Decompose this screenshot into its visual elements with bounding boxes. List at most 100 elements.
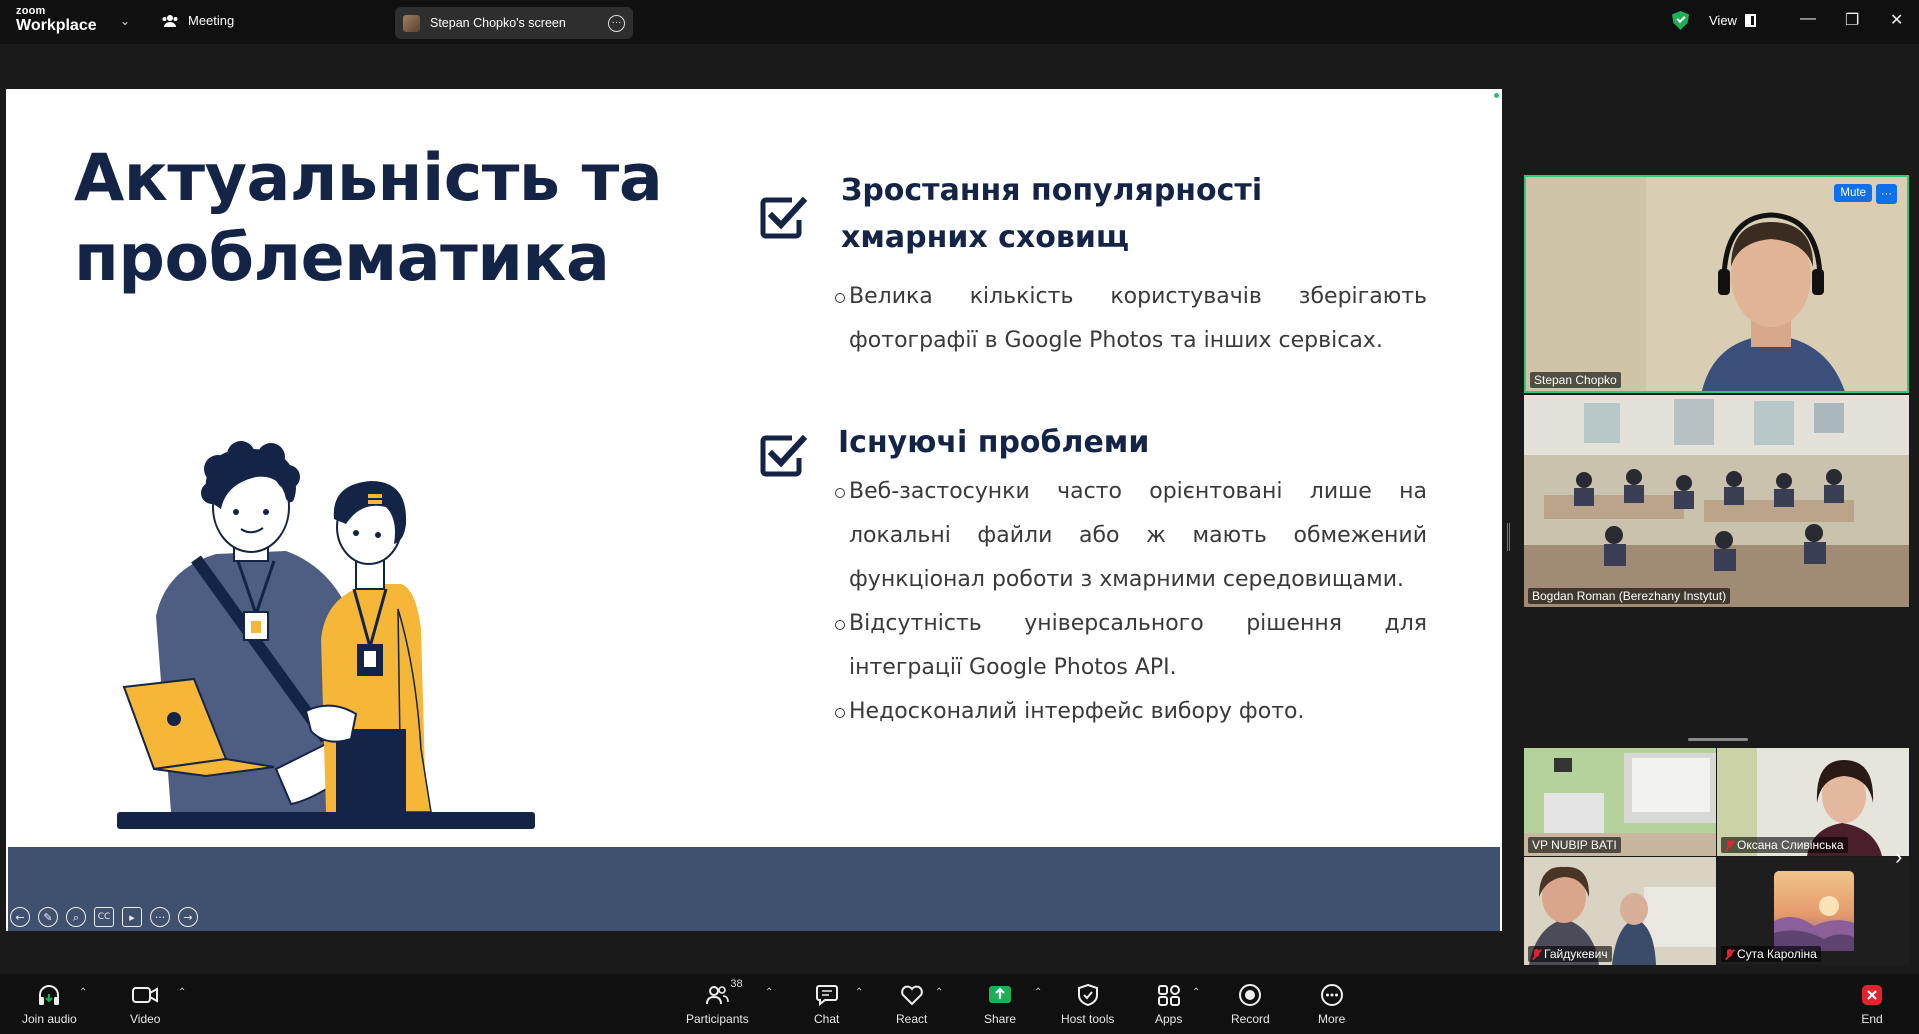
headphones-icon bbox=[39, 985, 60, 1005]
video-tile-room[interactable]: Bogdan Roman (Berezhany Instytut) bbox=[1524, 395, 1909, 607]
slide-title-line: Актуальність та bbox=[74, 141, 663, 216]
arrow-right-icon[interactable]: → bbox=[178, 907, 198, 927]
apps-grid-icon bbox=[1157, 985, 1180, 1006]
more-options-icon[interactable]: ··· bbox=[608, 14, 625, 32]
mic-muted-icon bbox=[1725, 839, 1734, 851]
speaker-video bbox=[1526, 177, 1907, 391]
chevron-up-icon[interactable]: ⌃ bbox=[765, 987, 773, 998]
video-tile-gallery[interactable]: Оксана Сливінська bbox=[1717, 748, 1909, 856]
meeting-controls-bar: Join audio ⌃ Video ⌃ 38 Participants ⌃ C… bbox=[0, 974, 1919, 1034]
react-button[interactable]: React bbox=[896, 982, 927, 1026]
slide-control-bar: ← ✎ ⌕ CC ▸ ··· → bbox=[10, 907, 198, 927]
end-meeting-button[interactable]: End bbox=[1861, 982, 1883, 1026]
room-video bbox=[1524, 395, 1909, 607]
video-label: Video bbox=[130, 1012, 161, 1026]
heart-icon bbox=[900, 985, 923, 1006]
react-label: React bbox=[896, 1012, 928, 1026]
video-tile-speaker[interactable]: Mute ··· Stepan Chopko bbox=[1524, 175, 1909, 393]
section-heading-line: хмарних сховищ bbox=[841, 220, 1130, 255]
section-heading-line: Існуючі проблеми bbox=[838, 425, 1150, 460]
meeting-label: Meeting bbox=[188, 13, 235, 28]
mic-muted-icon bbox=[1532, 948, 1541, 960]
participant-name: Bogdan Roman (Berezhany Instytut) bbox=[1532, 589, 1727, 603]
chevron-up-icon[interactable]: ⌃ bbox=[178, 987, 186, 998]
zoom-icon[interactable]: ⌕ bbox=[66, 907, 86, 927]
participant-name-label: Bogdan Roman (Berezhany Instytut) bbox=[1528, 588, 1731, 604]
chevron-up-icon[interactable]: ⌃ bbox=[1192, 987, 1200, 998]
gallery-next-chevron-icon[interactable]: › bbox=[1895, 844, 1902, 870]
pen-icon[interactable]: ✎ bbox=[38, 907, 58, 927]
share-status-dot bbox=[1494, 93, 1499, 98]
bullet-list: Веб-застосунки часто орієнтовані лише на… bbox=[835, 470, 1427, 734]
share-screen-icon bbox=[989, 986, 1012, 1003]
view-button[interactable]: View bbox=[1709, 13, 1756, 28]
participant-name-label: VP NUBIP BATI bbox=[1528, 837, 1621, 853]
zoom-workplace-logo[interactable]: zoom Workplace bbox=[16, 6, 97, 34]
video-button[interactable]: Video bbox=[130, 982, 160, 1026]
bullet-item: Велика кількість користувачів зберігають… bbox=[835, 275, 1427, 363]
participant-name: Оксана Сливінська bbox=[1737, 838, 1844, 852]
participant-name: VP NUBIP BATI bbox=[1532, 838, 1617, 852]
people-with-laptop-illustration bbox=[117, 441, 535, 829]
checkbox-checked-icon bbox=[760, 434, 808, 477]
checkbox-checked-icon bbox=[760, 196, 808, 239]
chevron-up-icon[interactable]: ⌃ bbox=[1034, 987, 1042, 998]
slide-title: Актуальність та проблематика bbox=[74, 139, 663, 299]
camera-icon[interactable]: ▸ bbox=[122, 907, 142, 927]
close-icon[interactable]: ✕ bbox=[1890, 10, 1903, 30]
participant-name-label: Stepan Chopko bbox=[1530, 372, 1621, 388]
chevron-up-icon[interactable]: ⌃ bbox=[855, 987, 863, 998]
participants-label: Participants bbox=[686, 1012, 749, 1026]
view-label: View bbox=[1709, 13, 1737, 28]
video-tile-gallery[interactable]: Гайдукевич bbox=[1524, 857, 1716, 965]
gallery-resize-handle[interactable] bbox=[1688, 738, 1748, 741]
arrow-left-icon[interactable]: ← bbox=[10, 907, 30, 927]
participants-button[interactable]: 38 Participants bbox=[686, 978, 749, 1026]
shared-screen-slide[interactable]: Актуальність та проблематика Зростання п… bbox=[6, 89, 1502, 931]
host-shield-icon bbox=[1077, 984, 1098, 1006]
bullet-item: Веб-застосунки часто орієнтовані лише на… bbox=[835, 470, 1427, 602]
bullet-list: Велика кількість користувачів зберігають… bbox=[835, 275, 1427, 363]
mic-muted-icon bbox=[1725, 948, 1734, 960]
join-audio-button[interactable]: Join audio bbox=[22, 982, 77, 1026]
video-tile-gallery[interactable]: VP NUBIP BATI bbox=[1524, 748, 1716, 856]
participant-name-label: Оксана Сливінська bbox=[1721, 837, 1848, 853]
meeting-indicator[interactable]: Meeting bbox=[162, 13, 234, 28]
more-options-icon[interactable]: ··· bbox=[150, 907, 170, 927]
record-button[interactable]: Record bbox=[1231, 982, 1270, 1026]
tile-more-button[interactable]: ··· bbox=[1876, 184, 1897, 204]
host-tools-label: Host tools bbox=[1061, 1012, 1115, 1026]
brand-large: Workplace bbox=[16, 17, 97, 34]
restore-icon[interactable]: ❐ bbox=[1845, 10, 1859, 30]
encryption-shield-icon[interactable] bbox=[1672, 11, 1689, 30]
captions-icon[interactable]: CC bbox=[94, 907, 114, 927]
section-heading: Існуючі проблеми bbox=[838, 419, 1149, 466]
view-layout-icon bbox=[1744, 14, 1756, 27]
share-button[interactable]: Share bbox=[984, 982, 1016, 1026]
apps-label: Apps bbox=[1155, 1012, 1183, 1026]
end-meeting-icon bbox=[1862, 985, 1882, 1005]
panel-resize-handle[interactable] bbox=[1507, 523, 1510, 551]
chevron-up-icon[interactable]: ⌃ bbox=[935, 987, 943, 998]
minimize-icon[interactable]: — bbox=[1800, 10, 1816, 28]
chat-bubble-icon bbox=[815, 985, 838, 1006]
chevron-up-icon[interactable]: ⌃ bbox=[79, 987, 87, 998]
bullet-item: Недосконалий інтерфейс вибору фото. bbox=[835, 690, 1427, 734]
avatar bbox=[403, 14, 420, 32]
chevron-down-icon[interactable]: ⌄ bbox=[120, 14, 130, 28]
screen-share-pill[interactable]: Stepan Chopko's screen ··· bbox=[395, 7, 633, 39]
participant-name-label: Сута Кароліна bbox=[1721, 946, 1821, 962]
share-label: Share bbox=[984, 1012, 1017, 1026]
more-dots-icon bbox=[1320, 984, 1343, 1006]
bullet-item: Відсутність універсального рішення для і… bbox=[835, 602, 1427, 690]
slide-title-line: проблематика bbox=[74, 221, 610, 296]
brand-small: zoom bbox=[16, 5, 46, 17]
apps-button[interactable]: Apps bbox=[1155, 982, 1182, 1026]
host-tools-button[interactable]: Host tools bbox=[1061, 982, 1114, 1026]
chat-button[interactable]: Chat bbox=[814, 982, 839, 1026]
more-label: More bbox=[1318, 1012, 1346, 1026]
video-tile-gallery[interactable]: Сута Кароліна bbox=[1717, 857, 1909, 965]
video-camera-icon bbox=[132, 987, 159, 1003]
mute-button[interactable]: Mute bbox=[1834, 184, 1872, 202]
more-button[interactable]: More bbox=[1318, 982, 1345, 1026]
